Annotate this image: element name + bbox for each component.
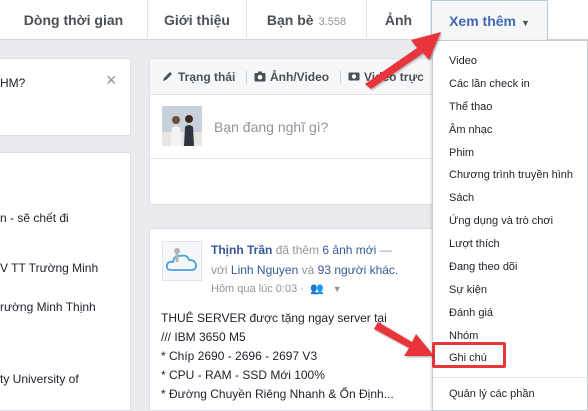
post-timestamp[interactable]: Hôm qua lúc 0:03 · [211, 283, 304, 295]
avatar-photo [162, 106, 202, 146]
intro-item: rường Minh Thịnh [0, 300, 96, 314]
tab-friends-label: Bạn bè [266, 12, 314, 28]
tab-timeline[interactable]: Dòng thời gian [0, 0, 148, 40]
cloud-logo-icon [165, 248, 197, 271]
post-author-name[interactable]: Thịnh Trần [211, 243, 272, 257]
menu-item-video[interactable]: Video [449, 55, 477, 67]
annotation-arrow-icon [365, 32, 441, 89]
post-dash: — [379, 243, 392, 257]
composer-tab-divider [246, 71, 247, 84]
post-line: * Đường Chuyền Riêng Nhanh & Ổn Định... [161, 387, 394, 401]
highlight-box [432, 342, 506, 368]
menu-item-music[interactable]: Âm nhạc [449, 124, 492, 136]
composer-tab-status-label: Trạng thái [178, 70, 236, 84]
post-line: * CPU - RAM - SSD Mới 100% [161, 368, 325, 382]
post-header: Thịnh Trần đã thêm 6 ảnh mới — với Linh … [211, 240, 436, 280]
tab-more[interactable]: Xem thêm ▼ [431, 0, 548, 40]
audience-friends-icon[interactable]: 👥 [310, 283, 324, 295]
menu-item-movies[interactable]: Phim [449, 147, 474, 159]
post-tagged-user[interactable]: Linh Nguyen [231, 263, 298, 277]
left-prompt-card: HM? × [0, 58, 131, 136]
profile-tab-bar: Dòng thời gian Giới thiệu Bạn bè 3.558 Ản… [0, 0, 588, 40]
post-others-link[interactable]: 93 người khác. [318, 263, 399, 277]
user-avatar[interactable] [162, 106, 202, 146]
post-and-text: và [301, 263, 315, 277]
post-meta: Hôm qua lúc 0:03 · 👥 ▼ [211, 282, 342, 295]
post-author-avatar[interactable] [162, 241, 202, 281]
menu-item-sports[interactable]: Thể thao [449, 101, 492, 113]
composer-divider [150, 158, 438, 159]
composer-tab-divider [340, 71, 341, 84]
close-icon[interactable]: × [106, 70, 117, 91]
caret-down-icon: ▼ [521, 18, 530, 28]
pencil-icon [163, 72, 172, 81]
menu-item-likes[interactable]: Lượt thích [449, 238, 500, 250]
menu-item-checkins[interactable]: Các lần check in [449, 78, 530, 90]
post-action-text: đã thêm [275, 243, 320, 257]
menu-item-tv-shows[interactable]: Chương trình truyền hình [449, 169, 573, 181]
friends-count: 3.558 [318, 16, 347, 28]
intro-item: ty University of [0, 372, 79, 386]
left-intro-card: n - sẽ chết đi V TT Trường Minh rường Mi… [0, 152, 131, 411]
composer-tab-status[interactable]: Trạng thái [162, 70, 235, 84]
post-photos-link[interactable]: 6 ảnh mới [322, 243, 376, 257]
menu-item-events[interactable]: Sự kiện [449, 284, 487, 296]
menu-item-groups[interactable]: Nhóm [449, 330, 478, 342]
menu-item-manage-sections[interactable]: Quản lý các phần [449, 388, 535, 400]
tab-timeline-label: Dòng thời gian [23, 12, 124, 28]
menu-item-following[interactable]: Đang theo dõi [449, 261, 518, 273]
composer-input[interactable]: Bạn đang nghĩ gì? [214, 119, 328, 135]
menu-separator [433, 377, 587, 378]
composer-tab-photo-video-label: Ảnh/Video [270, 70, 330, 84]
chevron-down-icon[interactable]: ▼ [333, 284, 342, 294]
prompt-text: HM? [0, 76, 26, 90]
tab-friends[interactable]: Bạn bè 3.558 [247, 0, 367, 40]
intro-item: n - sẽ chết đi [0, 211, 69, 225]
menu-item-apps-games[interactable]: Ứng dụng và trò chơi [449, 215, 553, 227]
composer-tab-photo-video[interactable]: Ảnh/Video [254, 70, 329, 84]
post-with-text: với [211, 263, 228, 277]
menu-item-books[interactable]: Sách [449, 192, 474, 204]
annotation-arrow-icon [374, 322, 434, 356]
menu-item-reviews[interactable]: Đánh giá [449, 307, 493, 319]
camera-icon [254, 71, 266, 82]
tab-more-label: Xem thêm [449, 13, 516, 29]
intro-item: V TT Trường Minh [0, 261, 99, 275]
tab-about-label: Giới thiệu [164, 12, 230, 28]
tab-about[interactable]: Giới thiệu [148, 0, 247, 40]
